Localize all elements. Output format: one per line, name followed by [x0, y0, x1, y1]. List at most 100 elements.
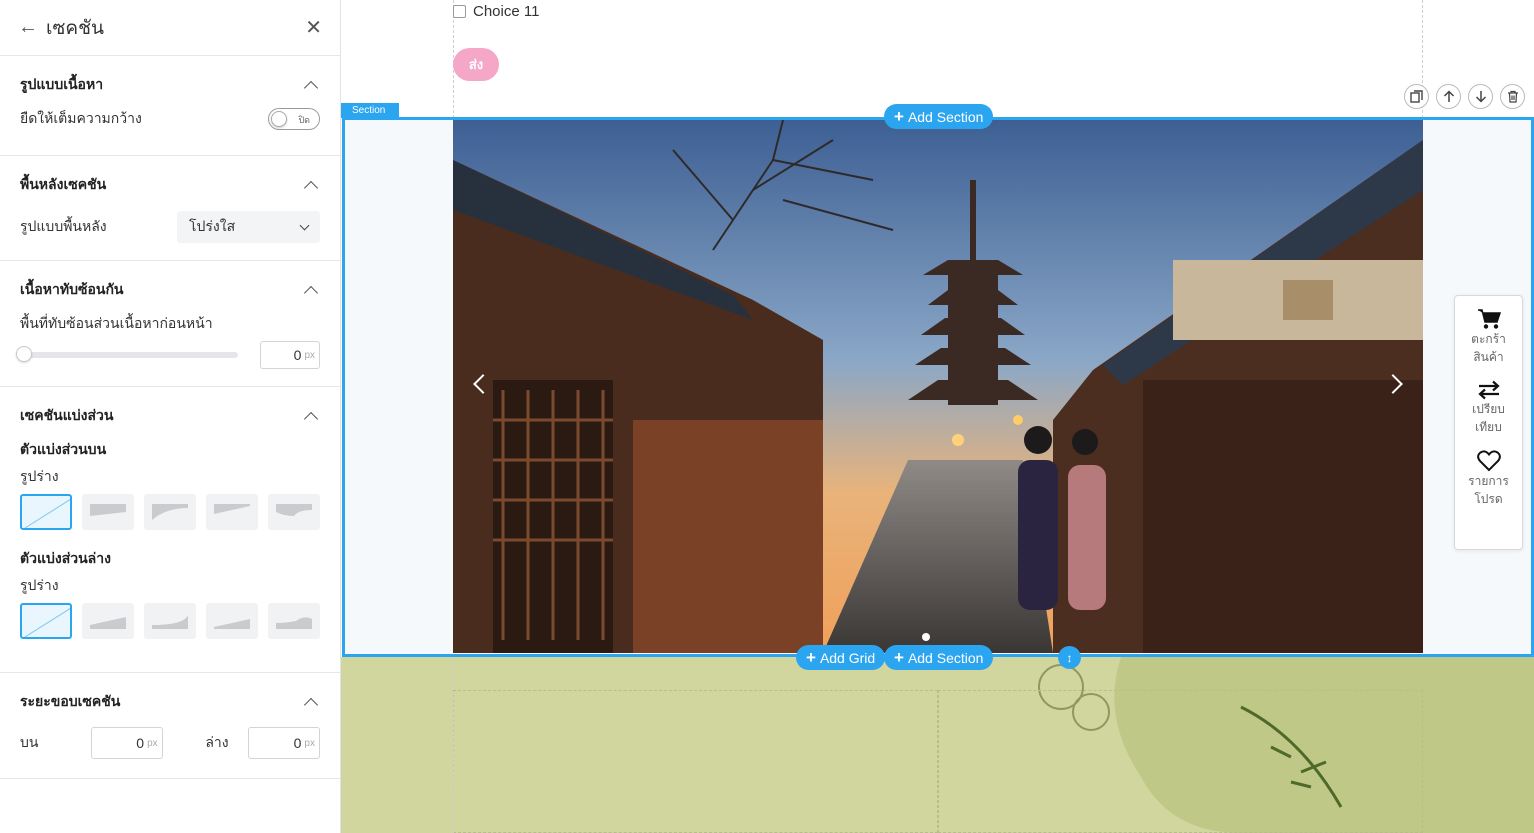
send-button[interactable]: ส่ง: [453, 48, 499, 81]
bottom-shape-label: รูปร่าง: [20, 577, 59, 593]
padding-bottom-input[interactable]: 0 px: [247, 727, 320, 759]
add-grid-button[interactable]: + Add Grid: [796, 645, 886, 670]
top-divider-title: ตัวแบ่งส่วนบน: [20, 441, 107, 457]
overlap-value: 0: [293, 347, 302, 363]
padding-top-unit: px: [147, 737, 158, 749]
container-guide-left: [453, 657, 454, 833]
shape-curve-option[interactable]: [144, 603, 196, 639]
content-layout-header[interactable]: รูปแบบเนื้อหา: [20, 56, 320, 114]
shape-tilt-option[interactable]: [206, 603, 258, 639]
slider-dot[interactable]: [922, 633, 930, 641]
padding-bottom-value: 0: [293, 735, 302, 751]
move-up-icon[interactable]: [1436, 84, 1461, 109]
plus-icon: +: [806, 648, 816, 667]
add-grid-label: Add Grid: [819, 649, 876, 666]
wishlist-shortcut[interactable]: รายการโปรด: [1467, 450, 1511, 508]
panel-title: เซคชัน: [46, 17, 104, 39]
compare-shortcut[interactable]: เปรียบเทียบ: [1467, 380, 1511, 436]
checkbox[interactable]: [453, 5, 466, 18]
grid-column[interactable]: [938, 690, 1423, 833]
choice-label: Choice 11: [473, 3, 540, 20]
plus-icon: +: [894, 648, 904, 667]
shape-tilt-option[interactable]: [206, 494, 258, 530]
trash-icon[interactable]: [1500, 84, 1525, 109]
top-shape-label: รูปร่าง: [20, 468, 59, 484]
padding-bottom-label: ล่าง: [205, 734, 229, 750]
padding-header[interactable]: ระยะขอบเซคชัน: [20, 673, 320, 731]
overlap-label: พื้นที่ทับซ้อนส่วนเนื้อหาก่อนหน้า: [20, 315, 213, 331]
add-section-top-button[interactable]: + Add Section: [884, 104, 994, 129]
duplicate-icon[interactable]: [1404, 84, 1429, 109]
editor-canvas: Choice 11 ส่ง Section ตะกร้าสินค้า เปรีย…: [341, 0, 1534, 833]
bg-type-value: โปร่งใส: [189, 218, 236, 234]
padding-top-input[interactable]: 0 px: [90, 727, 163, 759]
shape-slant-option[interactable]: [82, 494, 134, 530]
slider-thumb[interactable]: [16, 346, 32, 362]
choice-option[interactable]: Choice 11: [453, 3, 539, 20]
bg-type-label: รูปแบบพื้นหลัง: [20, 218, 107, 234]
toggle-knob: [271, 111, 287, 127]
move-down-icon[interactable]: [1468, 84, 1493, 109]
grid-column[interactable]: [453, 690, 938, 833]
close-icon[interactable]: ✕: [305, 15, 322, 40]
divider-title: เซคชันแบ่งส่วน: [20, 407, 114, 423]
cart-icon: [1477, 309, 1501, 329]
chevron-down-icon: [299, 220, 310, 230]
padding-title: ระยะขอบเซคชัน: [20, 693, 121, 709]
content-layout-group: รูปแบบเนื้อหา ยืดให้เต็มความกว้าง ปิด: [0, 56, 340, 156]
plus-icon: +: [894, 107, 904, 126]
shape-curve-option[interactable]: [144, 494, 196, 530]
wishlist-label: รายการโปรด: [1468, 474, 1509, 506]
chevron-up-icon[interactable]: [303, 180, 319, 196]
chevron-up-icon[interactable]: [303, 697, 319, 713]
shape-slant-option[interactable]: [82, 603, 134, 639]
divider-group: เซคชันแบ่งส่วน ตัวแบ่งส่วนบน รูปร่าง ตัว…: [0, 387, 340, 673]
background-title: พื้นหลังเซคชัน: [20, 176, 107, 192]
chevron-up-icon[interactable]: [303, 285, 319, 301]
panel-header: ← เซคชัน ✕: [0, 0, 340, 56]
section-toolbar: [1404, 84, 1525, 109]
add-section-bottom-button[interactable]: + Add Section: [884, 645, 994, 670]
heart-icon: [1476, 450, 1501, 472]
overlap-title: เนื้อหาทับซ้อนกัน: [20, 281, 124, 297]
chevron-up-icon[interactable]: [303, 80, 319, 96]
floating-shop-bar: ตะกร้าสินค้า เปรียบเทียบ รายการโปรด: [1454, 295, 1523, 550]
toggle-text: ปิด: [298, 115, 310, 125]
add-section-label: Add Section: [907, 108, 984, 125]
compare-label: เปรียบเทียบ: [1472, 402, 1505, 434]
cart-label: ตะกร้าสินค้า: [1471, 332, 1506, 364]
kyoto-street-illustration: [453, 120, 1423, 653]
overlap-header[interactable]: เนื้อหาทับซ้อนกัน: [20, 261, 320, 319]
section-settings-panel: ← เซคชัน ✕ รูปแบบเนื้อหา ยืดให้เต็มความก…: [0, 0, 341, 833]
content-layout-title: รูปแบบเนื้อหา: [20, 76, 104, 92]
bg-type-select[interactable]: โปร่งใส: [177, 211, 320, 243]
bottom-shape-options: [20, 603, 320, 639]
add-section-label: Add Section: [907, 649, 984, 666]
stretch-label: ยืดให้เต็มความกว้าง: [20, 110, 142, 126]
chevron-up-icon[interactable]: [303, 411, 319, 427]
stretch-toggle[interactable]: ปิด: [268, 108, 320, 130]
cart-shortcut[interactable]: ตะกร้าสินค้า: [1467, 308, 1511, 366]
shape-none-option[interactable]: [20, 494, 72, 530]
padding-group: ระยะขอบเซคชัน บน 0 px ล่าง 0 px: [0, 673, 340, 779]
shape-wave-option[interactable]: [268, 603, 320, 639]
compare-icon: [1477, 380, 1500, 400]
padding-top-value: 0: [136, 735, 145, 751]
shape-none-option[interactable]: [20, 603, 72, 639]
divider-header[interactable]: เซคชันแบ่งส่วน: [20, 387, 320, 445]
background-header[interactable]: พื้นหลังเซคชัน: [20, 156, 320, 214]
section-tag: Section: [341, 103, 399, 118]
top-shape-options: [20, 494, 320, 530]
back-arrow-icon[interactable]: ←: [18, 16, 38, 39]
overlap-input[interactable]: 0 px: [260, 341, 320, 369]
background-group: พื้นหลังเซคชัน รูปแบบพื้นหลัง โปร่งใส: [0, 156, 340, 261]
overlap-group: เนื้อหาทับซ้อนกัน พื้นที่ทับซ้อนส่วนเนื้…: [0, 261, 340, 387]
overlap-slider[interactable]: [16, 346, 238, 362]
resize-handle-icon[interactable]: ↕: [1058, 646, 1081, 669]
shape-wave-option[interactable]: [268, 494, 320, 530]
overlap-unit: px: [304, 349, 315, 361]
slider-image[interactable]: [453, 120, 1423, 653]
bottom-divider-title: ตัวแบ่งส่วนล่าง: [20, 550, 111, 566]
padding-bottom-unit: px: [304, 737, 315, 749]
padding-top-label: บน: [20, 734, 39, 750]
